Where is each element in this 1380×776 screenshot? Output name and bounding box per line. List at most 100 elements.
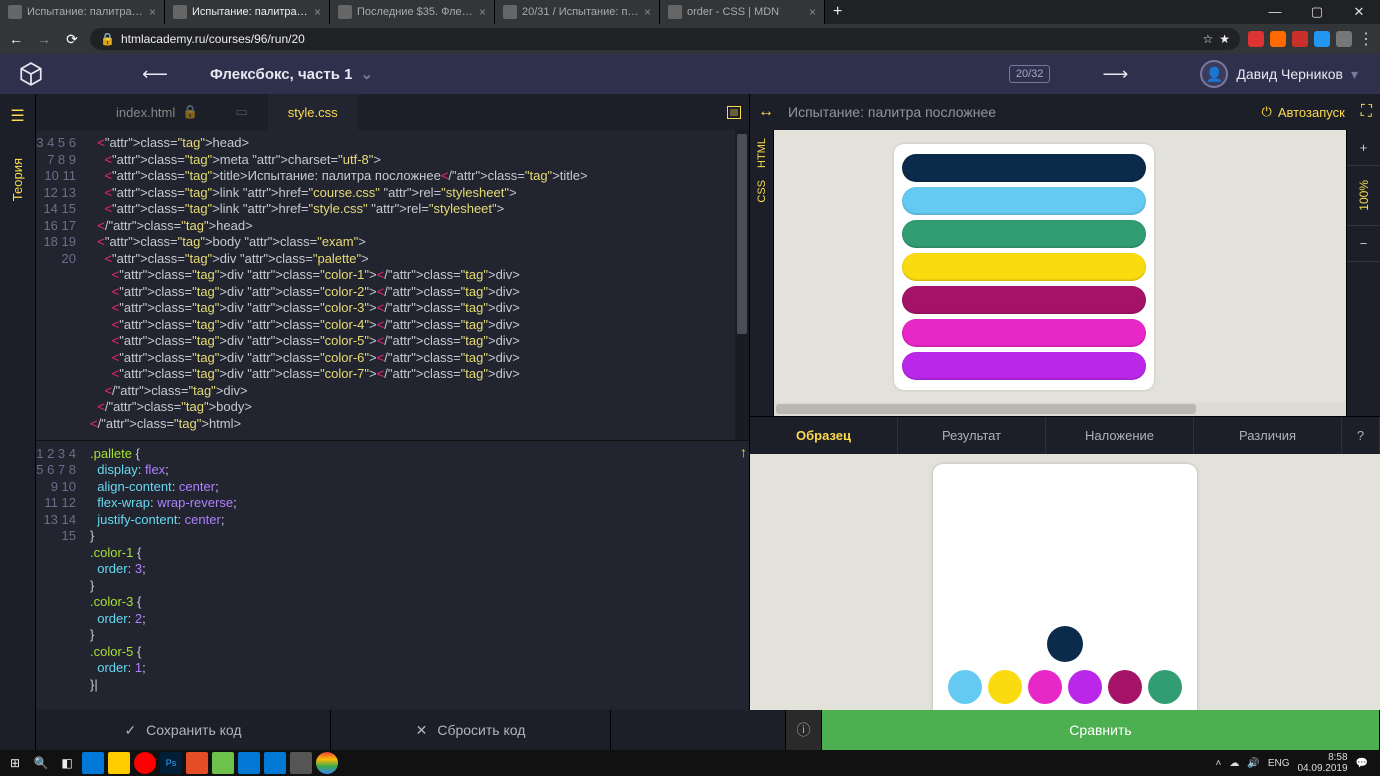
zoom-value: 100% bbox=[1357, 180, 1371, 211]
tray-cloud-icon[interactable]: ☁ bbox=[1229, 758, 1239, 769]
app-icon[interactable] bbox=[290, 752, 312, 774]
bookmark-star-icon[interactable]: ☆ bbox=[1202, 32, 1213, 46]
sample-dot bbox=[988, 670, 1022, 704]
back-button[interactable]: ← bbox=[6, 31, 26, 47]
close-icon[interactable]: × bbox=[644, 5, 651, 19]
horizontal-scrollbar[interactable] bbox=[774, 402, 1346, 416]
reset-button[interactable]: ✕Сбросить код bbox=[331, 710, 611, 750]
palette-bar bbox=[902, 352, 1146, 380]
collapse-arrow-icon[interactable]: ↑ bbox=[740, 444, 747, 461]
close-icon[interactable]: × bbox=[809, 5, 816, 19]
extension-icon[interactable] bbox=[1270, 31, 1286, 47]
sublime-icon[interactable] bbox=[186, 752, 208, 774]
compare-button[interactable]: Сравнить bbox=[822, 710, 1380, 750]
theory-sidebar[interactable]: ☰ Теория bbox=[0, 94, 36, 750]
chevron-down-icon[interactable]: ⌄ bbox=[360, 65, 373, 83]
address-bar: ← → ⟳ 🔒 htmlacademy.ru/courses/96/run/20… bbox=[0, 24, 1380, 54]
tab-diff[interactable]: Различия bbox=[1194, 417, 1342, 454]
menu-icon[interactable]: ☰ bbox=[0, 94, 35, 138]
photoshop-icon[interactable]: Ps bbox=[160, 752, 182, 774]
check-icon: ✓ bbox=[124, 722, 136, 739]
app-icon[interactable] bbox=[212, 752, 234, 774]
browser-tab[interactable]: Последние $35. Флексбокс, час× bbox=[330, 0, 495, 24]
edge-icon[interactable] bbox=[82, 752, 104, 774]
course-header: ⟵ Флексбокс, часть 1 ⌄ 20/32 ⟶ 👤 Давид Ч… bbox=[0, 54, 1380, 94]
browser-tab[interactable]: 20/31 / Испытание: палитра по× bbox=[495, 0, 660, 24]
compare-tabs: Образец Результат Наложение Различия ? bbox=[750, 416, 1380, 454]
minimize-button[interactable]: — bbox=[1254, 4, 1296, 20]
zoom-controls: + 100% − bbox=[1346, 130, 1380, 416]
palette-bar bbox=[902, 220, 1146, 248]
logo[interactable] bbox=[0, 61, 110, 87]
save-button[interactable]: ✓Сохранить код bbox=[36, 710, 331, 750]
tab-result[interactable]: Результат bbox=[898, 417, 1046, 454]
sample-card bbox=[933, 464, 1197, 724]
vertical-scrollbar[interactable] bbox=[735, 130, 749, 440]
url-input[interactable]: 🔒 htmlacademy.ru/courses/96/run/20 ☆ ★ bbox=[90, 28, 1240, 50]
close-icon[interactable]: × bbox=[149, 5, 156, 19]
extension-icon[interactable] bbox=[1336, 31, 1352, 47]
star-full-icon[interactable]: ★ bbox=[1219, 32, 1230, 46]
extension-icon[interactable] bbox=[1248, 31, 1264, 47]
user-menu[interactable]: 👤 Давид Черников ▾ bbox=[1200, 60, 1380, 88]
chevron-down-icon: ▾ bbox=[1351, 66, 1358, 83]
tray-chevron-icon[interactable]: ˄ bbox=[1216, 758, 1222, 769]
file-tab-css[interactable]: style.css bbox=[268, 94, 358, 130]
layout-icon[interactable] bbox=[727, 106, 741, 119]
chrome-icon[interactable] bbox=[316, 752, 338, 774]
close-icon[interactable]: × bbox=[479, 5, 486, 19]
info-button[interactable]: ⓘ bbox=[786, 710, 822, 750]
tray-language[interactable]: ENG bbox=[1268, 758, 1290, 769]
browser-tab[interactable]: order - CSS | MDN× bbox=[660, 0, 825, 24]
tray-volume-icon[interactable]: 🔊 bbox=[1247, 758, 1259, 769]
extension-icon[interactable] bbox=[1292, 31, 1308, 47]
menu-icon[interactable]: ⋮ bbox=[1358, 29, 1374, 49]
extension-icon[interactable] bbox=[1314, 31, 1330, 47]
forward-button[interactable]: → bbox=[34, 31, 54, 47]
css-code[interactable]: .pallete { display: flex; align-content:… bbox=[84, 441, 243, 751]
html-preview-sidebar[interactable]: HTMLCSS bbox=[750, 130, 774, 416]
sample-dot bbox=[1047, 626, 1083, 662]
next-step-button[interactable]: ⟶ bbox=[1070, 64, 1160, 85]
browser-tab[interactable]: Испытание: палитра посложнее× bbox=[0, 0, 165, 24]
cross-icon: ✕ bbox=[416, 722, 428, 739]
mail-icon[interactable] bbox=[264, 752, 286, 774]
split-icon[interactable]: ↔ bbox=[750, 103, 782, 121]
app-icon[interactable] bbox=[238, 752, 260, 774]
browser-tab[interactable]: Испытание: палитра посложнее× bbox=[165, 0, 330, 24]
file-tab-html[interactable]: index.html🔒 ▭ bbox=[96, 94, 268, 130]
prev-step-button[interactable]: ⟵ bbox=[110, 64, 200, 85]
zoom-in-button[interactable]: + bbox=[1347, 130, 1380, 166]
editor-column: index.html🔒 ▭ style.css 3 4 5 6 7 8 9 10… bbox=[36, 94, 750, 750]
clock[interactable]: 8:58 04.09.2019 bbox=[1297, 752, 1347, 774]
step-counter[interactable]: 20/32 bbox=[1009, 65, 1051, 83]
expand-icon[interactable]: ⛶ bbox=[1353, 103, 1380, 121]
sample-dot bbox=[1068, 670, 1102, 704]
autorun-toggle[interactable]: ⏻ Автозапуск bbox=[1262, 104, 1353, 120]
line-gutter: 3 4 5 6 7 8 9 10 11 12 13 14 15 16 17 18… bbox=[36, 130, 84, 440]
zoom-out-button[interactable]: − bbox=[1347, 226, 1380, 262]
new-tab-button[interactable]: + bbox=[825, 3, 850, 21]
close-window-button[interactable]: ✕ bbox=[1338, 4, 1380, 20]
notifications-icon[interactable]: 💬 bbox=[1356, 758, 1368, 769]
close-icon[interactable]: × bbox=[314, 5, 321, 19]
tab-overlay[interactable]: Наложение bbox=[1046, 417, 1194, 454]
palette-widget bbox=[894, 144, 1154, 390]
start-button[interactable]: ⊞ bbox=[4, 752, 26, 774]
reload-button[interactable]: ⟳ bbox=[62, 31, 82, 48]
preview-render[interactable] bbox=[774, 130, 1346, 416]
line-gutter: 1 2 3 4 5 6 7 8 9 10 11 12 13 14 15 bbox=[36, 441, 84, 751]
explorer-icon[interactable] bbox=[108, 752, 130, 774]
tab-help[interactable]: ? bbox=[1342, 417, 1380, 454]
tab-sample[interactable]: Образец bbox=[750, 417, 898, 454]
yandex-icon[interactable] bbox=[134, 752, 156, 774]
theory-label: Теория bbox=[10, 158, 25, 201]
css-editor[interactable]: ↑ 1 2 3 4 5 6 7 8 9 10 11 12 13 14 15 .p… bbox=[36, 441, 749, 751]
palette-bar bbox=[902, 187, 1146, 215]
sample-dot bbox=[1108, 670, 1142, 704]
search-icon[interactable]: 🔍 bbox=[30, 752, 52, 774]
maximize-button[interactable]: ▢ bbox=[1296, 4, 1338, 20]
file-tabs: index.html🔒 ▭ style.css bbox=[36, 94, 749, 130]
sample-dot bbox=[1028, 670, 1062, 704]
taskview-icon[interactable]: ◧ bbox=[56, 752, 78, 774]
